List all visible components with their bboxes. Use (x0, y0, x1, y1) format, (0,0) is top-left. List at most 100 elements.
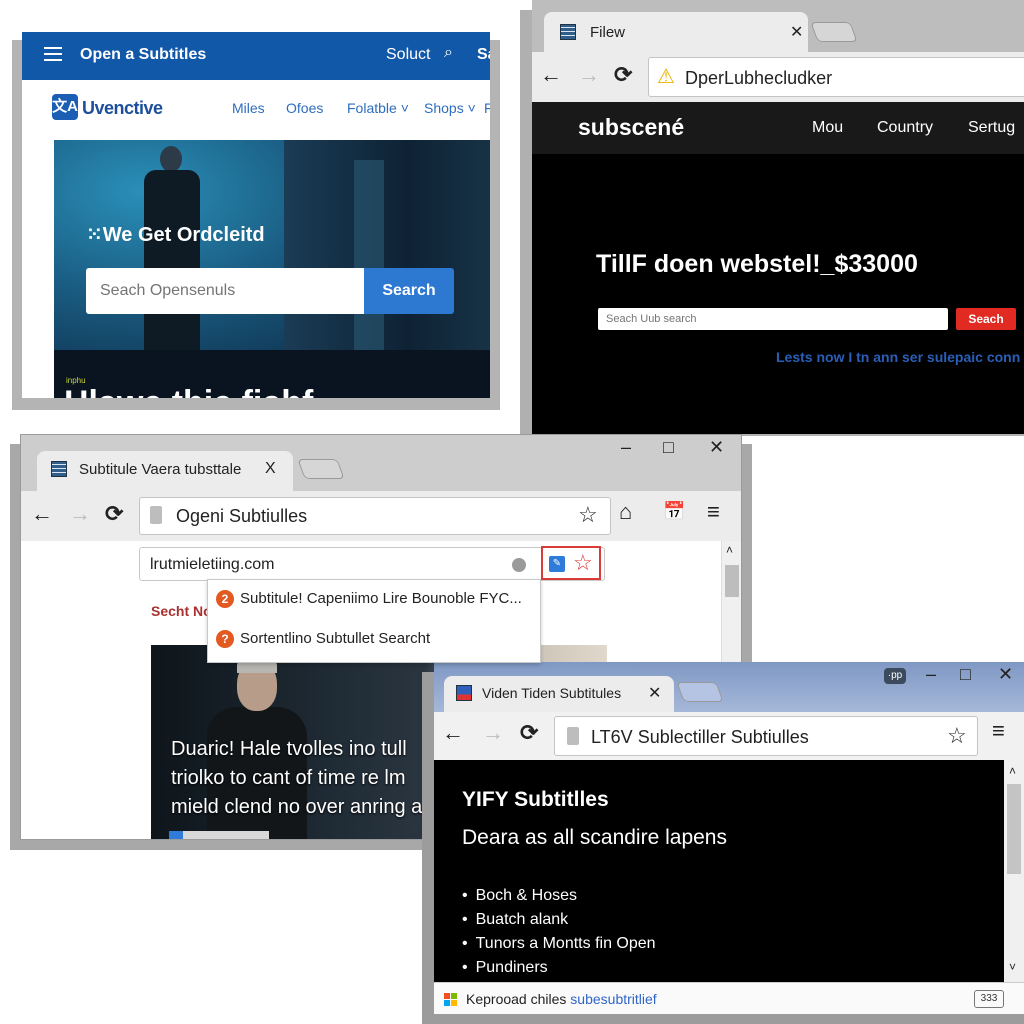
list-item[interactable]: Tunors a Montts fin Open (462, 932, 656, 956)
forward-icon[interactable]: → (578, 62, 600, 88)
nav-item-dropdown[interactable]: Folatble ˅ (347, 100, 409, 116)
minimize-icon[interactable]: – (926, 664, 936, 685)
close-icon[interactable]: ✕ (998, 664, 1013, 685)
browser-tab[interactable]: Subtitule Vaera tubsttale X (37, 451, 293, 491)
scroll-up-icon[interactable]: ˄ (726, 543, 733, 557)
address-text[interactable]: LT6V Sublectiller Subtiulles (591, 727, 809, 748)
site-header: subscené Mou Country Sertug (532, 102, 1024, 154)
caption-line: triolko to cant of time re lm (171, 767, 406, 789)
warning-icon: ⚠ (657, 66, 675, 88)
feature-list: Boch & Hoses Buatch alank Tunors a Montt… (462, 884, 656, 980)
tab-favicon-icon (51, 461, 67, 477)
status-bar: Keprooad chiles subesubtritlief 333 (434, 982, 1024, 1014)
tab-title: Subtitule Vaera tubsttale (79, 461, 242, 478)
caption-line: mield clend no over anring as (171, 796, 433, 818)
bookmark-star-icon[interactable]: ☆ (947, 723, 967, 749)
list-item[interactable]: Buatch alank (462, 908, 656, 932)
captions-icon[interactable]: 333 (974, 990, 1004, 1008)
reload-icon[interactable]: ⟳ (105, 501, 123, 527)
logo-text[interactable]: Uvenctive (82, 98, 163, 119)
image-tag[interactable] (169, 831, 269, 839)
address-bar[interactable]: Ogeni Subtiulles ☆ (139, 497, 611, 535)
logo-icon[interactable]: 文A (52, 94, 78, 120)
vertical-scrollbar[interactable]: ˄ ˅ (1004, 760, 1024, 982)
topbar-truncated-item[interactable]: Sa (477, 46, 490, 64)
address-bar[interactable]: ⚠ DperLubhecludker (648, 57, 1024, 97)
yify-window: Viden Tiden Subtitules ✕ ·pp – □ ✕ ← → ⟳… (434, 662, 1024, 1014)
maximize-icon[interactable]: □ (960, 664, 971, 685)
nav-item[interactable]: Country (877, 119, 933, 137)
tag-icon (169, 831, 183, 839)
suggestion-item[interactable]: 2 Subtitule! Capeniimo Lire Bounoble FYC.… (216, 590, 522, 610)
page-headline: TillF doen webstel!_$33000 (596, 250, 918, 278)
nav-item[interactable]: Sertug (968, 119, 1015, 137)
search-button[interactable]: Seach (956, 308, 1016, 330)
search-button[interactable]: Search (364, 268, 454, 314)
autocomplete-dropdown: 2 Subtitule! Capeniimo Lire Bounoble FYC.… (207, 579, 541, 663)
tab-close-icon[interactable]: ✕ (648, 683, 661, 703)
scrollbar-thumb[interactable] (1007, 784, 1021, 874)
browser-toolbar: ← → ⟳ ⚠ DperLubhecludker (532, 52, 1024, 102)
scroll-up-icon[interactable]: ˄ (1009, 764, 1016, 778)
bookmark-star-icon[interactable]: ☆ (573, 550, 593, 576)
nav-item[interactable]: Ofoes (286, 100, 323, 116)
suggestion-item[interactable]: ? Sortentlino Subtullet Searcht (216, 630, 430, 650)
search-input[interactable] (86, 268, 364, 314)
nav-item-dropdown[interactable]: Shops ˅ (424, 100, 476, 116)
site-brand[interactable]: Open a Subtitles (80, 46, 206, 64)
new-tab-button[interactable] (676, 682, 724, 702)
tab-strip: Filew ✕ (532, 0, 1024, 52)
list-item[interactable]: Pundiners (462, 956, 656, 980)
address-text[interactable]: DperLubhecludker (685, 68, 832, 89)
suggestion-text: Subtitule! Capeniimo Lire Bounoble FYC..… (240, 590, 522, 607)
menu-icon[interactable]: ≡ (707, 499, 720, 525)
maximize-icon[interactable]: □ (663, 437, 674, 458)
close-icon[interactable]: ✕ (709, 437, 724, 458)
tab-close-icon[interactable]: X (265, 460, 276, 478)
tab-close-icon[interactable]: ✕ (790, 22, 803, 42)
hero-image-door (354, 160, 384, 360)
forward-icon[interactable]: → (69, 501, 91, 527)
url-input[interactable]: lrutmieletiing.com (139, 547, 605, 581)
hamburger-menu-icon[interactable] (44, 47, 62, 61)
scrollbar-thumb[interactable] (725, 565, 739, 597)
site-logo[interactable]: subscené (578, 114, 684, 141)
new-tab-button[interactable] (297, 459, 345, 479)
calendar-icon[interactable]: 📅 (663, 501, 685, 522)
nav-item[interactable]: Mou (812, 119, 843, 137)
page-icon (567, 727, 579, 745)
address-text[interactable]: Ogeni Subtiulles (176, 506, 307, 527)
minimize-icon[interactable]: – (621, 437, 631, 458)
extension-icon[interactable]: ✎ (549, 556, 565, 572)
nav-item[interactable]: Miles (232, 100, 265, 116)
back-icon[interactable]: ← (540, 62, 562, 88)
search-icon[interactable]: ⌕ (444, 44, 453, 62)
browser-tab[interactable]: Viden Tiden Subtitules ✕ (444, 676, 674, 712)
back-icon[interactable]: ← (31, 501, 53, 527)
hero-search-form: Search (86, 268, 454, 314)
browser-tab[interactable]: Filew ✕ (544, 12, 808, 52)
status-link[interactable]: subesubtritlief (570, 991, 656, 1007)
search-input[interactable] (598, 308, 948, 330)
suggestion-badge-icon: 2 (216, 590, 234, 609)
topbar-link[interactable]: Soluct (386, 46, 430, 64)
tab-strip: Subtitule Vaera tubsttale X – □ ✕ (21, 435, 741, 491)
back-icon[interactable]: ← (442, 720, 464, 746)
new-tab-button[interactable] (810, 22, 858, 42)
scroll-down-icon[interactable]: ˅ (1009, 960, 1016, 974)
nav-item[interactable]: F (484, 100, 490, 116)
extension-badge[interactable]: ·pp (884, 668, 906, 684)
site-topbar: Open a Subtitles Soluct ⌕ Sa (22, 32, 490, 80)
bookmark-star-icon[interactable]: ☆ (578, 502, 598, 528)
menu-icon[interactable]: ≡ (992, 718, 1005, 744)
mic-icon[interactable] (512, 558, 526, 572)
page-title: YIFY Subtitlles (462, 788, 609, 811)
list-item[interactable]: Boch & Hoses (462, 884, 656, 908)
hero-big-text: Hlawe thie fiahf (64, 384, 313, 398)
forward-icon[interactable]: → (482, 720, 504, 746)
reload-icon[interactable]: ⟳ (614, 62, 632, 88)
home-icon[interactable]: ⌂ (619, 499, 632, 525)
reload-icon[interactable]: ⟳ (520, 720, 538, 746)
address-bar[interactable]: LT6V Sublectiller Subtiulles ☆ (554, 716, 978, 756)
promo-link[interactable]: Lests now I tn ann ser sulepaic conn (776, 349, 1020, 365)
